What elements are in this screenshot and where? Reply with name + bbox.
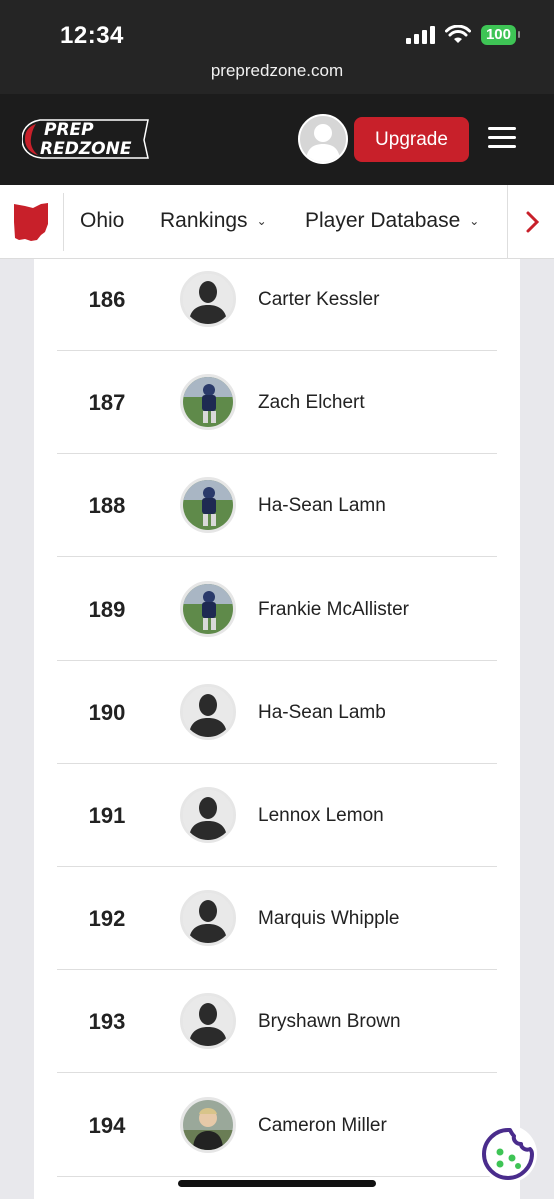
player-name[interactable]: Cameron Miller [258,1074,387,1177]
player-row[interactable]: 190 Ha-Sean Lamb [57,661,497,764]
player-rank: 194 [88,1112,126,1138]
nav-item-label: Ohio [80,209,125,232]
nav-item-label: Rankings [160,209,248,232]
chevron-right-icon[interactable] [522,209,542,235]
player-rank: 191 [88,803,126,828]
player-photo[interactable] [180,1096,236,1153]
player-rank: 190 [88,699,126,725]
nav-divider [63,193,64,251]
system-indicators: 100 [405,25,521,45]
player-photo[interactable] [180,477,236,534]
ohio-map-icon[interactable] [13,202,49,242]
player-photo[interactable] [180,580,236,637]
player-rank: 188 [88,493,126,519]
player-photo[interactable] [180,683,236,740]
player-rank: 189 [88,596,126,622]
player-name[interactable]: Carter Kessler [258,248,379,351]
player-photo[interactable] [180,993,236,1050]
player-name[interactable]: Marquis Whipple [258,867,400,970]
player-name[interactable]: Lennox Lemon [258,764,384,867]
clock: 12:34 [60,22,124,49]
player-rank: 193 [88,1009,126,1035]
player-row[interactable]: 186 Carter Kessler [57,248,497,351]
logo-text-prep: PREP [44,120,94,140]
player-row[interactable]: 189 Frankie McAllister [57,558,497,661]
player-row[interactable]: 188 Ha-Sean Lamn [57,454,497,558]
player-row[interactable]: 187 Zach Elchert [57,351,497,455]
player-photo[interactable] [180,787,236,843]
rankings-list: 186 Carter Kessler 187 Zach Elchert 188 Ha-Se… [34,259,520,1199]
player-row[interactable]: 191 Lennox Lemon [57,764,497,867]
signal-icon [405,26,435,44]
player-rank: 186 [88,287,126,312]
player-rank: 187 [88,390,126,416]
battery-indicator: 100 [480,25,521,45]
wifi-icon [444,25,471,43]
nav-item-rankings[interactable]: Rankings ⌄ [160,209,267,233]
upgrade-button[interactable]: Upgrade [354,117,469,162]
cookie-settings-icon[interactable] [478,1124,538,1184]
user-avatar[interactable] [298,114,348,164]
nav-divider [507,185,508,259]
player-name[interactable]: Ha-Sean Lamb [258,661,386,764]
player-name[interactable]: Ha-Sean Lamn [258,454,386,557]
chevron-down-icon: ⌄ [256,214,267,228]
player-row[interactable]: 194 Cameron Miller [57,1074,497,1177]
player-name[interactable]: Zach Elchert [258,351,365,454]
player-name[interactable]: Frankie McAllister [258,558,409,661]
nav-item-ohio[interactable]: Ohio [80,209,124,233]
nav-item-label: Player Database [305,209,461,232]
player-photo[interactable] [180,374,236,431]
player-photo[interactable] [180,890,236,947]
status-bar: 12:34 100 prepredzone.com [0,0,554,94]
user-icon [306,124,340,162]
player-photo[interactable] [180,271,236,327]
chevron-down-icon: ⌄ [469,214,480,228]
logo-text-redzone: REDZONE [40,139,132,159]
player-name[interactable]: Bryshawn Brown [258,970,401,1073]
hamburger-menu-icon[interactable] [488,127,516,151]
nav-item-player-database[interactable]: Player Database ⌄ [305,209,479,233]
url-bar[interactable]: prepredzone.com [0,61,554,81]
prep-redzone-logo[interactable]: PREP REDZONE [22,116,150,162]
home-indicator[interactable] [178,1180,376,1187]
player-rank: 192 [88,906,126,932]
player-row[interactable]: 192 Marquis Whipple [57,867,497,971]
player-row[interactable]: 193 Bryshawn Brown [57,970,497,1074]
site-header: PREP REDZONE Upgrade [0,94,554,185]
